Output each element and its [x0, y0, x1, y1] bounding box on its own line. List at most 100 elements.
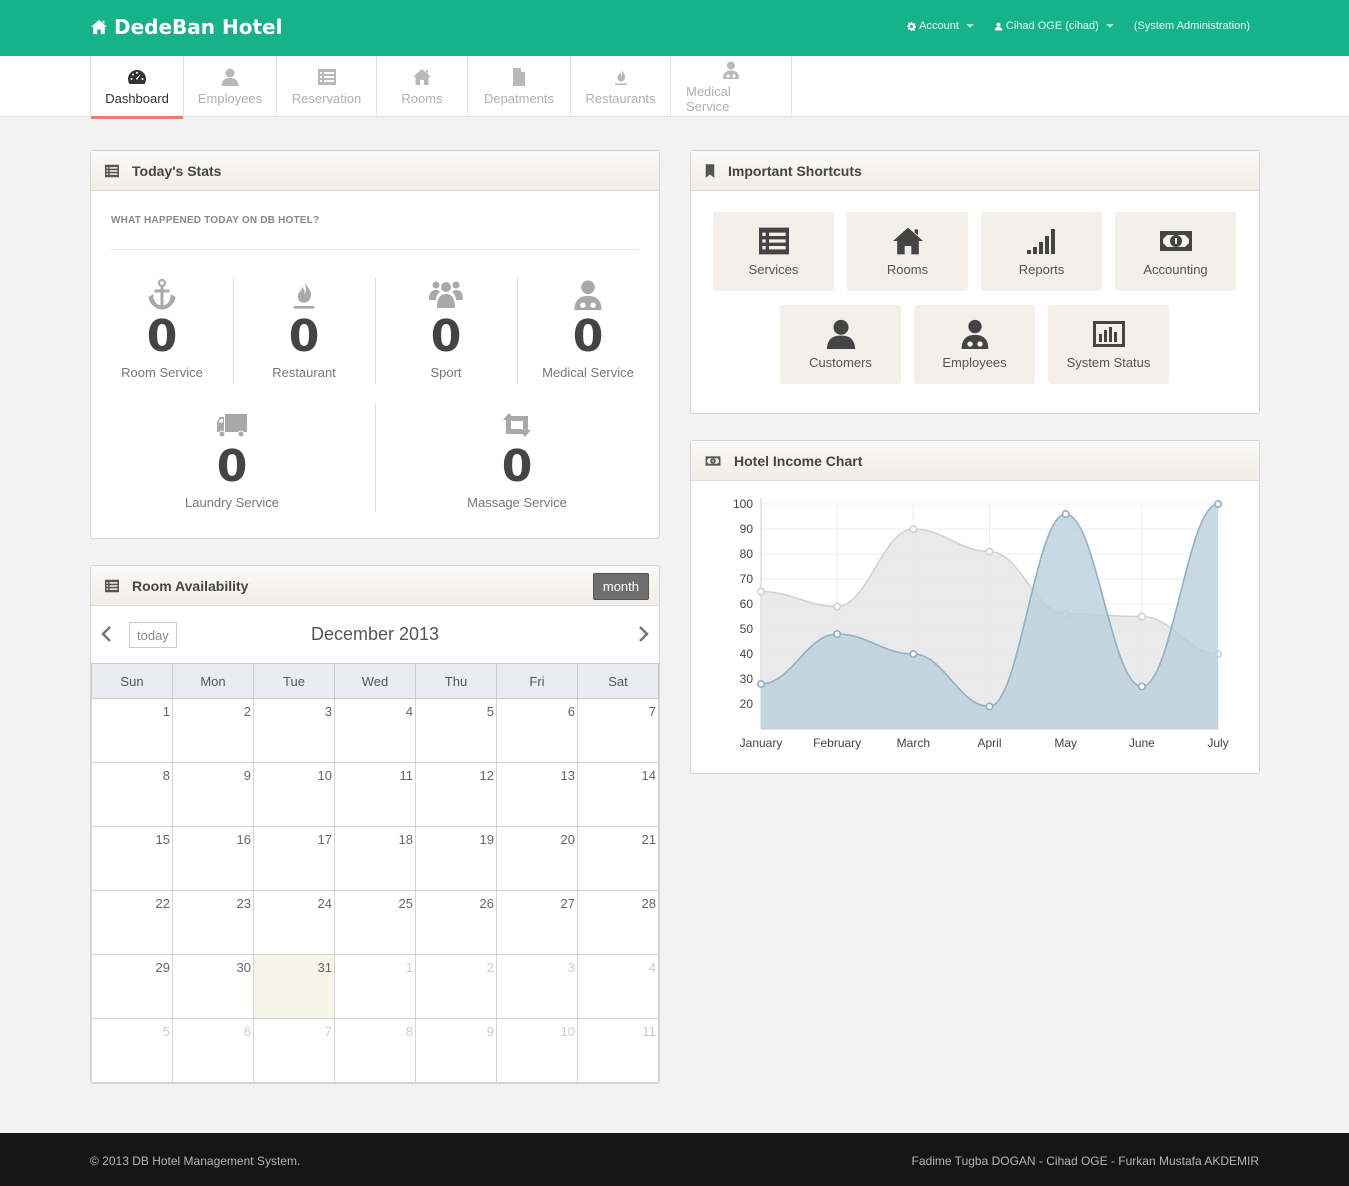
calendar-week: 15 16 17 18 19 20 21 — [91, 826, 659, 891]
x-tick-label: May — [1054, 736, 1077, 750]
room-availability-panel: Room Availability month today December 2… — [90, 565, 660, 1084]
calendar-day[interactable]: 25 — [334, 890, 416, 955]
shortcut-rooms[interactable]: Rooms — [847, 212, 968, 291]
doctor-icon — [571, 279, 605, 311]
shortcut-label: Reports — [1018, 262, 1065, 277]
tab-label: Employees — [197, 91, 263, 106]
panel-title: Today's Stats — [132, 162, 222, 179]
shortcut-label: Accounting — [1143, 262, 1208, 277]
calendar-day[interactable]: 6 — [172, 1018, 254, 1083]
calendar-day[interactable]: 2 — [415, 954, 497, 1019]
calendar-day[interactable]: 8 — [334, 1018, 416, 1083]
calendar-day[interactable]: 15 — [91, 826, 173, 891]
calendar-day[interactable]: 26 — [415, 890, 497, 955]
calendar-day[interactable]: 10 — [496, 1018, 578, 1083]
calendar-day[interactable]: 1 — [334, 954, 416, 1019]
calendar-day[interactable]: 20 — [496, 826, 578, 891]
calendar-day[interactable]: 12 — [415, 762, 497, 827]
shortcut-customers[interactable]: Customers — [780, 305, 901, 384]
gear-icon — [907, 22, 916, 31]
doctor-icon — [721, 61, 741, 79]
month-view-button[interactable]: month — [592, 573, 649, 600]
stat-label: Laundry Service — [185, 495, 279, 510]
shortcut-system-status[interactable]: System Status — [1048, 305, 1169, 384]
calendar-day[interactable]: 4 — [577, 954, 659, 1019]
panel-title: Room Availability — [132, 577, 249, 594]
anchor-icon — [145, 279, 179, 311]
calendar-day[interactable]: 6 — [496, 698, 578, 763]
y-tick-label: 80 — [740, 547, 754, 561]
calendar-day[interactable]: 22 — [91, 890, 173, 955]
stat-massage-service: 0 Massage Service — [446, 409, 588, 510]
user-menu[interactable]: Cihad OGE (cihad) — [994, 20, 1114, 32]
retweet-icon — [500, 409, 534, 441]
shortcut-employees[interactable]: Employees — [914, 305, 1035, 384]
tab-departments[interactable]: Depatments — [468, 56, 571, 118]
calendar-day[interactable]: 5 — [91, 1018, 173, 1083]
calendar-day[interactable]: 24 — [253, 890, 335, 955]
calendar-day[interactable]: 23 — [172, 890, 254, 955]
calendar-day[interactable]: 21 — [577, 826, 659, 891]
calendar-day[interactable]: 30 — [172, 954, 254, 1019]
calendar-day[interactable]: 13 — [496, 762, 578, 827]
footer-authors: Fadime Tugba DOGAN - Cihad OGE - Furkan … — [911, 1154, 1259, 1168]
calendar-day[interactable]: 14 — [577, 762, 659, 827]
stat-laundry-service: 0 Laundry Service — [161, 409, 303, 510]
account-menu[interactable]: Account — [907, 20, 974, 32]
data-point — [985, 702, 994, 711]
calendar-day[interactable]: 2 — [172, 698, 254, 763]
shortcut-accounting[interactable]: Accounting — [1115, 212, 1236, 291]
stat-value: 0 — [430, 311, 462, 362]
x-tick-label: July — [1207, 736, 1228, 750]
shortcut-services[interactable]: Services — [713, 212, 834, 291]
data-point — [985, 547, 994, 556]
calendar-day[interactable]: 7 — [253, 1018, 335, 1083]
tab-restaurants[interactable]: Restaurants — [571, 56, 671, 118]
calendar-day[interactable]: 5 — [415, 698, 497, 763]
data-point — [1137, 682, 1146, 691]
brand-title: DedeBan Hotel — [114, 15, 283, 39]
tab-medical-service[interactable]: Medical Service — [671, 56, 792, 118]
stat-medical-service: 0 Medical Service — [517, 279, 659, 380]
chevron-right-icon[interactable] — [637, 625, 651, 643]
calendar-day[interactable]: 3 — [496, 954, 578, 1019]
doctor-icon — [958, 319, 992, 349]
data-point — [833, 630, 842, 639]
tab-reservation[interactable]: Reservation — [277, 56, 377, 118]
stat-label: Sport — [430, 365, 462, 380]
calendar-day[interactable]: 9 — [172, 762, 254, 827]
role-label[interactable]: (System Administration) — [1134, 20, 1250, 32]
calendar-day[interactable]: 8 — [91, 762, 173, 827]
shortcut-reports[interactable]: Reports — [981, 212, 1102, 291]
calendar-day[interactable]: 4 — [334, 698, 416, 763]
brand-link[interactable]: DedeBan Hotel — [90, 15, 282, 39]
calendar-day[interactable]: 1 — [91, 698, 173, 763]
calendar-day[interactable]: 16 — [172, 826, 254, 891]
calendar-day[interactable]: 19 — [415, 826, 497, 891]
calendar-day[interactable]: 29 — [91, 954, 173, 1019]
calendar-day[interactable]: 3 — [253, 698, 335, 763]
calendar-day[interactable]: 17 — [253, 826, 335, 891]
calendar-day-today[interactable]: 31 — [253, 954, 335, 1019]
data-point — [1061, 509, 1070, 518]
calendar-day[interactable]: 9 — [415, 1018, 497, 1083]
panel-header: Important Shortcuts — [691, 151, 1259, 191]
tab-label: Restaurants — [585, 91, 656, 106]
tab-employees[interactable]: Employees — [184, 56, 277, 118]
calendar-day[interactable]: 11 — [334, 762, 416, 827]
calendar-day[interactable]: 28 — [577, 890, 659, 955]
tab-rooms[interactable]: Rooms — [377, 56, 468, 118]
x-tick-label: January — [740, 736, 783, 750]
weekday-header: Sun — [91, 663, 173, 699]
x-tick-label: April — [977, 736, 1001, 750]
list-icon — [317, 68, 337, 86]
calendar-day[interactable]: 18 — [334, 826, 416, 891]
calendar-day[interactable]: 10 — [253, 762, 335, 827]
calendar-day[interactable]: 27 — [496, 890, 578, 955]
shortcut-label: Rooms — [886, 262, 929, 277]
tab-dashboard[interactable]: Dashboard — [90, 56, 184, 119]
panel-header: Room Availability month — [91, 566, 659, 606]
calendar-day[interactable]: 7 — [577, 698, 659, 763]
calendar-week: 8 9 10 11 12 13 14 — [91, 762, 659, 827]
calendar-day[interactable]: 11 — [577, 1018, 659, 1083]
